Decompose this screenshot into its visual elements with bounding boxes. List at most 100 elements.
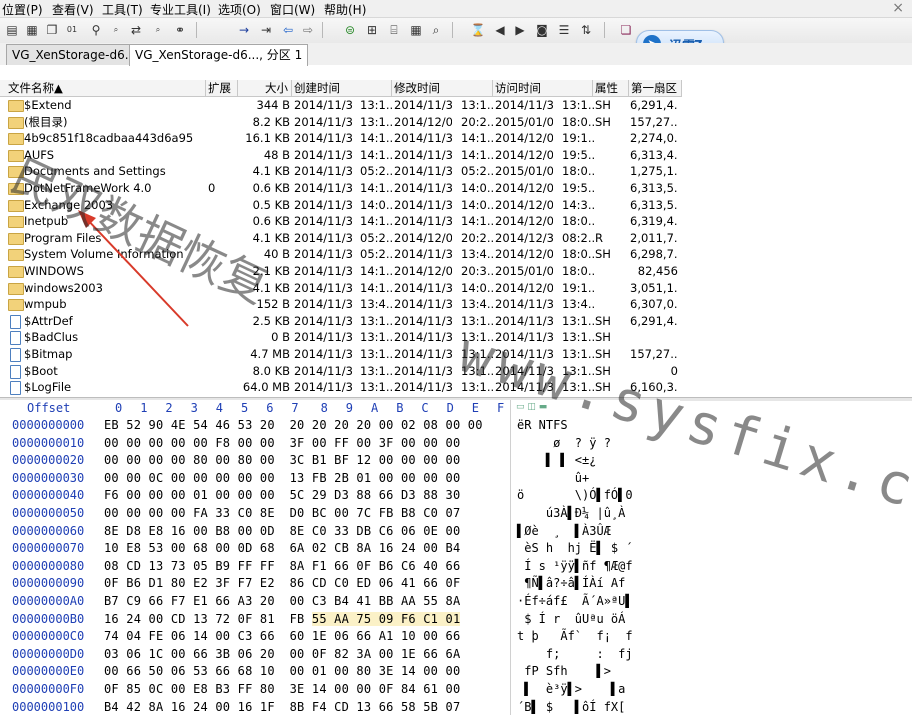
hex-row[interactable]: 0000000020 00 00 00 00 80 00 80 00 3C B1 … xyxy=(0,453,680,471)
hex-row[interactable]: 0000000100 B4 42 8A 16 24 00 16 1F 8B F4 … xyxy=(0,700,680,715)
file-accessed: 2014/12/31 xyxy=(495,230,553,245)
column-header-attr[interactable]: 属性 xyxy=(593,80,629,96)
search-icon[interactable]: ⚲ xyxy=(88,22,104,38)
hex-row[interactable]: 0000000060 8E D8 E8 16 00 B8 00 0D 8E C0 … xyxy=(0,524,680,542)
column-header-first-sector[interactable]: 第一扇区 xyxy=(629,80,682,96)
menu-item-view[interactable]: 查看(V) xyxy=(52,1,94,18)
file-first-sector: 6,291,4... xyxy=(630,313,678,328)
hex-offset: 0000000100 xyxy=(12,699,85,714)
hex-offset: 0000000040 xyxy=(12,488,85,503)
file-row[interactable]: 4b9c851f18cadbaa443d6a95 16.1 KB 2014/11/3… xyxy=(0,130,682,147)
hex-row[interactable]: 00000000D0 03 06 1C 00 66 3B 06 20 00 0F … xyxy=(0,647,680,665)
menu-item-pro-tools[interactable]: 专业工具(I) xyxy=(150,1,211,18)
hex-row[interactable]: 0000000040 F6 00 00 00 01 00 00 00 5C 29 … xyxy=(0,488,680,506)
open-disk-icon[interactable]: ▤ xyxy=(4,22,20,38)
file-row[interactable]: $Extend344 B2014/11/3013:1...2014/11/301… xyxy=(0,97,682,114)
column-header-name[interactable]: 文件名称▲ xyxy=(0,80,206,96)
hex-ascii: ö \)Ó▌fÓ▌0 xyxy=(517,488,633,503)
find-hex-next-icon[interactable]: ⌕ xyxy=(150,22,166,38)
goto-page-icon[interactable]: ⇥ xyxy=(258,22,274,38)
file-created-time: 13:1... xyxy=(360,347,392,361)
replace-icon[interactable]: ⇄ xyxy=(128,22,144,38)
toolbar-separator xyxy=(322,22,323,38)
column-header-created[interactable]: 创建时间 xyxy=(292,80,392,96)
magnifier-icon[interactable]: ⌕ xyxy=(428,22,444,38)
menu-item-help[interactable]: 帮助(H) xyxy=(324,1,366,18)
find-hex-icon[interactable]: ⌕ xyxy=(108,22,124,38)
binoculars-icon[interactable]: ⚭ xyxy=(172,22,188,38)
hourglass-icon[interactable]: ⌛ xyxy=(470,22,486,38)
menu-item-position[interactable]: 位置(P) xyxy=(2,1,43,18)
hex-row[interactable]: 0000000080 08 CD 13 73 05 B9 FF FF 8A F1 … xyxy=(0,559,680,577)
list-icon[interactable]: ☰ xyxy=(556,22,572,38)
tab-disk[interactable]: VG_XenStorage-d6... xyxy=(6,44,143,65)
binary-icon[interactable]: 01 xyxy=(64,22,80,38)
menu-item-window[interactable]: 窗口(W) xyxy=(270,1,315,18)
column-header-modified[interactable]: 修改时间 xyxy=(392,80,493,96)
hex-row[interactable]: 00000000C0 74 04 FE 06 14 00 C3 66 60 1E … xyxy=(0,629,680,647)
hex-bytes: 74 04 FE 06 14 00 C3 66 60 1E 06 66 A1 1… xyxy=(104,629,461,644)
file-accessed-time: 19:5... xyxy=(562,181,594,195)
hex-offset: 00000000D0 xyxy=(12,646,85,661)
hex-row[interactable]: 00000000A0 B7 C9 66 F7 E1 66 A3 20 00 C3 … xyxy=(0,594,680,612)
hex-row[interactable]: 00000000E0 00 66 50 06 53 66 68 10 00 01 … xyxy=(0,664,680,682)
file-modified: 2014/11/30 xyxy=(394,98,452,112)
close-icon[interactable]: × xyxy=(892,0,904,16)
ram-icon[interactable]: ⌸ xyxy=(386,22,402,38)
file-modified: 2014/11/30 xyxy=(394,380,452,395)
file-modified: 2014/11/30 xyxy=(394,131,452,146)
sync-icon[interactable]: ⇅ xyxy=(578,22,594,38)
file-modified-time: 20:3... xyxy=(461,264,493,278)
prev-icon[interactable]: ◀ xyxy=(492,22,508,38)
file-created: 2014/11/30 xyxy=(294,98,352,112)
file-name: $LogFile xyxy=(24,380,72,395)
hex-offset: 0000000030 xyxy=(12,470,85,485)
column-header-ext[interactable]: 扩展 xyxy=(206,80,238,96)
hex-row[interactable]: 0000000090 0F B6 D1 80 E2 3F F7 E2 86 CD … xyxy=(0,576,680,594)
folder-icon xyxy=(8,216,24,229)
file-row[interactable]: (根目录) 8.2 KB 2014/11/30 13:1...2014/12/01 20… xyxy=(0,114,682,131)
menu-item-options[interactable]: 选项(O) xyxy=(218,1,261,18)
file-accessed: 2015/01/03 xyxy=(495,114,553,129)
hex-bytes: 00 00 00 00 00 F8 00 00 3F 00 FF 00 3F 0… xyxy=(104,435,461,450)
file-accessed: 2015/01/03 xyxy=(495,264,553,278)
menu-item-tools[interactable]: 工具(T) xyxy=(102,1,143,18)
calculator-icon[interactable]: ▦ xyxy=(408,22,424,38)
next-icon[interactable]: ▶ xyxy=(512,22,528,38)
back-arrow-icon[interactable]: ⇦ xyxy=(280,22,296,38)
save-icon[interactable]: ▦ xyxy=(24,22,40,38)
file-size: 16.1 KB xyxy=(245,131,290,146)
file-created: 2014/11/30 xyxy=(294,247,352,262)
hex-row[interactable]: 0000000010 00 00 00 00 00 F8 00 00 3F 00 … xyxy=(0,436,680,454)
file-created: 2014/11/30 xyxy=(294,214,352,229)
book-icon[interactable]: ❏ xyxy=(618,22,634,38)
file-accessed-time: 08:2... xyxy=(562,230,594,245)
folder-icon xyxy=(8,282,24,295)
hex-row[interactable]: 0000000070 10 E8 53 00 68 00 0D 68 6A 02 … xyxy=(0,541,680,559)
partition-icon[interactable]: ⊞ xyxy=(364,22,380,38)
disk-icon[interactable]: ⊜ xyxy=(342,22,358,38)
file-size: 2.5 KB xyxy=(252,313,290,328)
copy-icon[interactable]: ❐ xyxy=(44,22,60,38)
file-created: 2014/11/30 xyxy=(294,347,352,361)
hex-row[interactable]: 00000000F0 0F 85 0C 00 E8 B3 FF 80 3E 14 … xyxy=(0,682,680,700)
file-row[interactable]: AUFS48 B2014/11/3014:1...2014/11/3014:1.… xyxy=(0,147,682,164)
hex-column-header: 9 xyxy=(345,401,354,415)
offset-header: Offset xyxy=(27,401,71,415)
hex-row[interactable]: 00000000B0 16 24 00 CD 13 72 0F 81 FB 55 … xyxy=(0,611,680,630)
file-first-sector: 6,291,4... xyxy=(630,98,678,112)
folder-icon xyxy=(8,133,24,146)
file-accessed: 2014/12/01 xyxy=(495,147,553,162)
forward-arrow-icon[interactable]: ⇨ xyxy=(300,22,316,38)
hex-row[interactable]: 0000000030 00 00 0C 00 00 00 00 00 13 FB … xyxy=(0,471,680,489)
file-modified-time: 13:4... xyxy=(461,247,493,262)
column-header-size[interactable]: 大小 xyxy=(238,80,292,96)
goto-offset-icon[interactable]: → xyxy=(236,22,252,38)
hex-row[interactable]: 0000000050 00 00 00 00 FA 33 C0 8E D0 BC … xyxy=(0,506,680,524)
camera-icon[interactable]: ◙ xyxy=(534,22,550,38)
file-size: 64.0 MB xyxy=(242,380,290,395)
hex-editor[interactable]: 0000000000 EB 52 90 4E 54 46 53 20 20 20 … xyxy=(0,418,680,715)
tab-partition-1[interactable]: VG_XenStorage-d6..., 分区 1 xyxy=(129,44,309,66)
file-first-sector: 2,274,0... xyxy=(630,131,678,146)
column-header-accessed[interactable]: 访问时间 xyxy=(493,80,593,96)
